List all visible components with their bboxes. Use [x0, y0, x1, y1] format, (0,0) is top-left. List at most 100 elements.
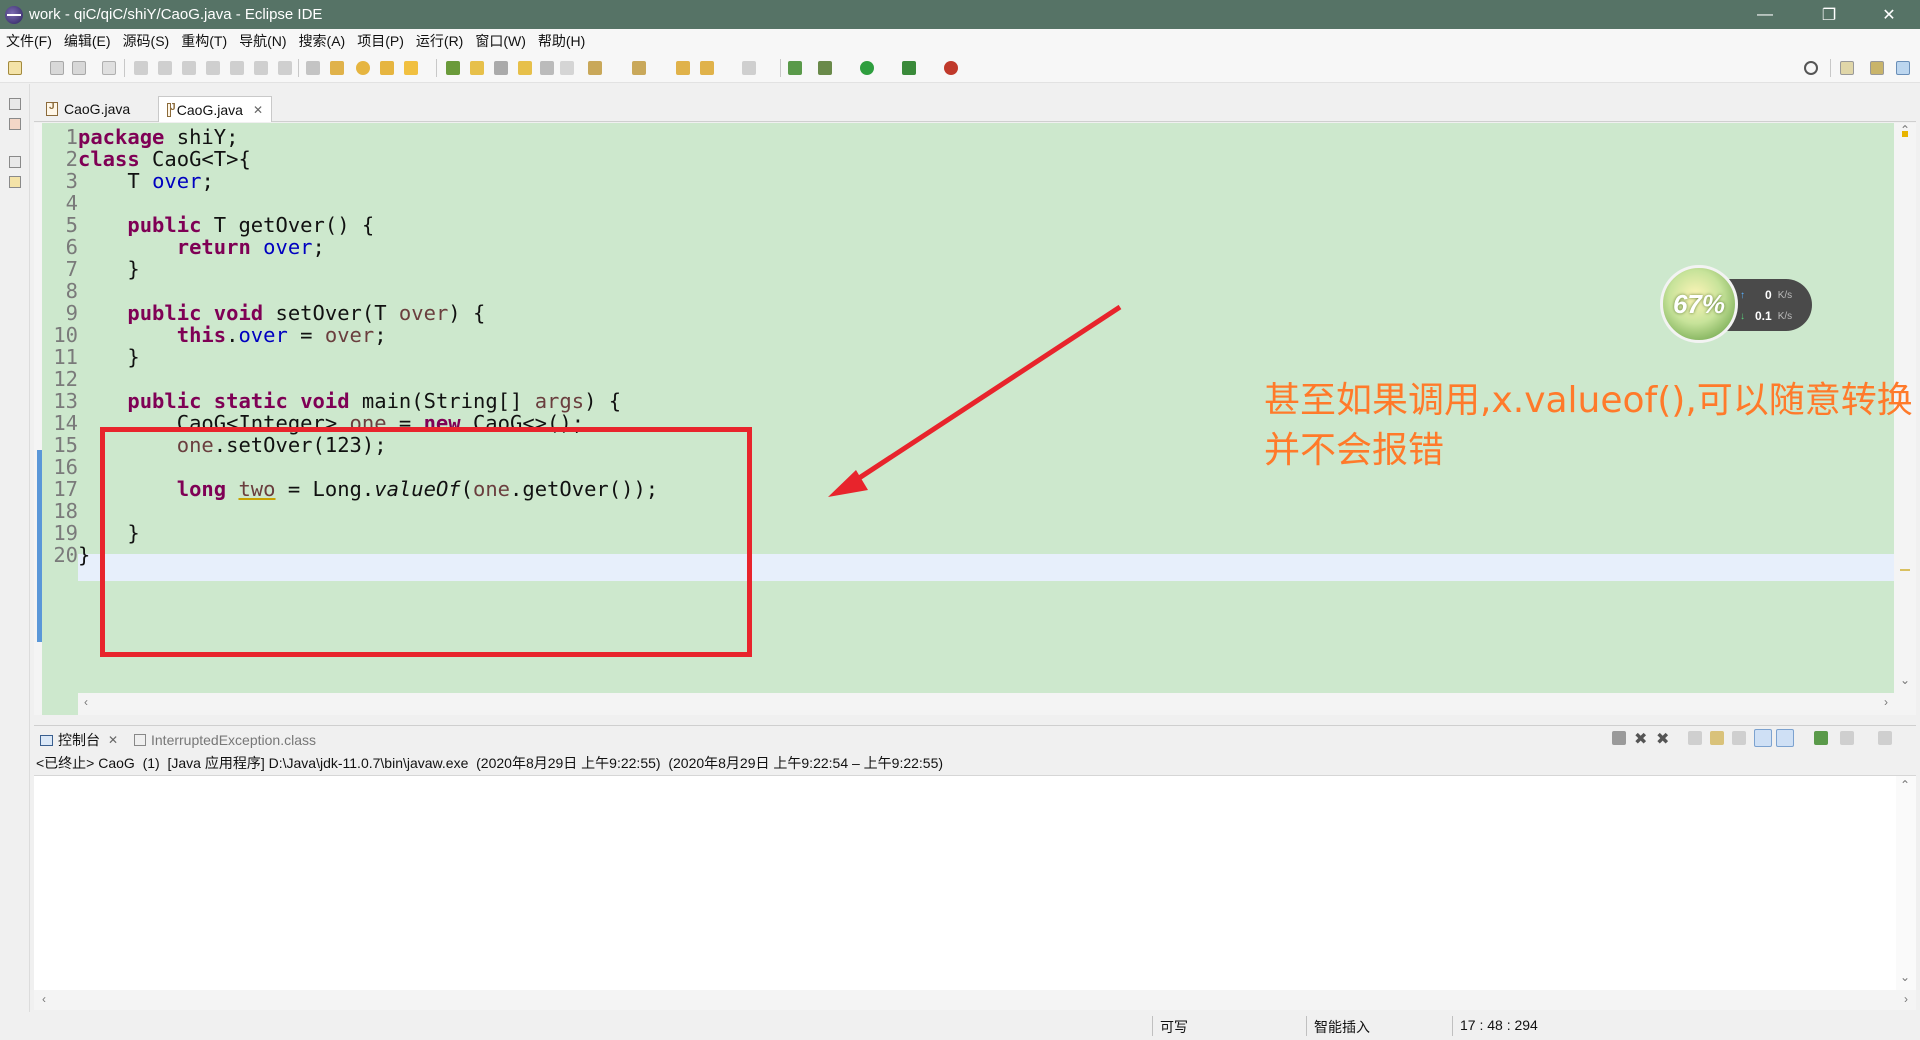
run-icon[interactable]	[860, 61, 874, 75]
next-annotation-icon[interactable]	[588, 61, 602, 75]
debug-icon[interactable]	[818, 61, 832, 75]
tab-label: CaoG.java	[176, 101, 243, 118]
code-line[interactable]: T over;	[78, 168, 213, 195]
resume-icon[interactable]	[134, 61, 148, 75]
download-arrow-icon: ↓	[1740, 310, 1745, 322]
clear-console-icon[interactable]	[1688, 731, 1702, 745]
show-whitespace-icon[interactable]	[540, 61, 554, 75]
disconnect-icon[interactable]	[206, 61, 220, 75]
save-all-icon[interactable]	[72, 61, 86, 75]
toggle-icon[interactable]	[306, 61, 320, 75]
menu-navigate[interactable]: 导航(N)	[233, 31, 292, 51]
word-wrap-icon[interactable]	[1732, 731, 1746, 745]
coverage-icon[interactable]	[902, 61, 916, 75]
highlight-icon[interactable]	[470, 61, 484, 75]
editor-tab-bar: CaoG.java CaoG.java ✕	[34, 94, 1916, 122]
scroll-down-icon[interactable]: ⌄	[1900, 970, 1910, 984]
code-line[interactable]: }	[78, 256, 139, 283]
terminate-icon[interactable]	[1612, 731, 1626, 745]
step-into-icon[interactable]	[230, 61, 244, 75]
status-separator	[1306, 1016, 1307, 1036]
download-value: 0.1	[1755, 309, 1772, 323]
console-output[interactable]: ⌃ ⌄	[34, 775, 1916, 991]
java-perspective-icon[interactable]	[1870, 61, 1884, 75]
menu-window[interactable]: 窗口(W)	[469, 31, 532, 51]
search-tool-icon[interactable]	[404, 61, 418, 75]
close-button[interactable]: ✕	[1866, 0, 1912, 29]
back-icon[interactable]	[700, 61, 714, 75]
annotation-next-icon[interactable]	[446, 61, 460, 75]
scroll-left-icon[interactable]: ‹	[42, 992, 46, 1006]
tab-caog-java-1[interactable]: CaoG.java	[38, 96, 152, 122]
block-select-icon[interactable]	[518, 61, 532, 75]
open-task-icon[interactable]	[380, 61, 394, 75]
menu-source[interactable]: 源码(S)	[117, 31, 176, 51]
warning-marker[interactable]	[1900, 569, 1910, 571]
minimize-button[interactable]: —	[1742, 0, 1788, 29]
package-explorer-icon[interactable]	[9, 118, 21, 130]
build-icon[interactable]	[330, 61, 344, 75]
restore-view-icon[interactable]	[9, 156, 21, 168]
remove-all-icon[interactable]: ✖	[1656, 729, 1669, 749]
status-separator	[1452, 1016, 1453, 1036]
menu-project[interactable]: 项目(P)	[351, 31, 410, 51]
step-return-icon[interactable]	[278, 61, 292, 75]
mark-occurrences-icon[interactable]	[494, 61, 508, 75]
debug-perspective-icon[interactable]	[1896, 61, 1910, 75]
status-bar: 可写 智能插入 17 : 48 : 294	[0, 1012, 1920, 1040]
outline-icon[interactable]	[9, 176, 21, 188]
close-tab-icon[interactable]: ✕	[108, 733, 118, 747]
scroll-up-icon[interactable]: ⌃	[1900, 778, 1910, 792]
last-edit-icon[interactable]	[676, 61, 690, 75]
menu-file[interactable]: 文件(F)	[0, 31, 58, 51]
menu-search[interactable]: 搜索(A)	[293, 31, 352, 51]
search-icon[interactable]	[1804, 61, 1818, 75]
restore-view-icon[interactable]	[9, 98, 21, 110]
change-ruler	[34, 123, 42, 715]
menu-refactor[interactable]: 重构(T)	[175, 31, 233, 51]
tab-console[interactable]: 控制台 ✕	[40, 729, 118, 751]
open-console-icon[interactable]	[1878, 731, 1892, 745]
tab-label: CaoG.java	[64, 101, 131, 117]
prev-annotation-icon[interactable]	[632, 61, 646, 75]
step-over-icon[interactable]	[254, 61, 268, 75]
scroll-down-icon[interactable]: ⌄	[1900, 673, 1910, 687]
status-cursor-position: 17 : 48 : 294	[1460, 1017, 1538, 1033]
pin-editor-icon[interactable]	[788, 61, 802, 75]
tab-caog-java-2[interactable]: CaoG.java ✕	[158, 96, 272, 122]
menu-help[interactable]: 帮助(H)	[532, 31, 591, 51]
code-line[interactable]: }	[78, 542, 90, 569]
display-console-icon[interactable]	[1840, 731, 1854, 745]
open-type-icon[interactable]	[356, 61, 370, 75]
tab-interrupted-exception[interactable]: InterruptedException.class	[134, 729, 316, 751]
remove-launch-icon[interactable]: ✖	[1634, 729, 1647, 749]
network-speed-widget[interactable]: ↑ 0 K/s ↓ 0.1 K/s 67%	[1660, 265, 1815, 345]
show-on-output-icon[interactable]	[1754, 729, 1772, 747]
open-perspective-icon[interactable]	[1840, 61, 1854, 75]
forward-icon[interactable]	[742, 61, 756, 75]
scroll-right-icon[interactable]: ›	[1884, 695, 1888, 709]
restore-button[interactable]: ❐	[1806, 0, 1852, 29]
pin-console-icon[interactable]	[1814, 731, 1828, 745]
new-file-icon[interactable]	[8, 61, 22, 75]
editor-horizontal-scrollbar[interactable]: ‹ ›	[78, 693, 1894, 715]
external-tools-icon[interactable]	[944, 61, 958, 75]
terminate-icon[interactable]	[182, 61, 196, 75]
skip-breakpoints-icon[interactable]	[102, 61, 116, 75]
toolbar-separator	[298, 59, 299, 77]
warning-indicator-icon[interactable]	[1902, 131, 1908, 137]
menu-run[interactable]: 运行(R)	[410, 31, 469, 51]
show-on-error-icon[interactable]	[1776, 729, 1794, 747]
save-icon[interactable]	[50, 61, 64, 75]
scroll-right-icon[interactable]: ›	[1904, 992, 1908, 1006]
menu-edit[interactable]: 编辑(E)	[58, 31, 117, 51]
suspend-icon[interactable]	[158, 61, 172, 75]
scroll-lock-icon[interactable]	[1710, 731, 1724, 745]
tab-class-label: InterruptedException.class	[151, 732, 316, 748]
code-line[interactable]: }	[78, 344, 139, 371]
scroll-left-icon[interactable]: ‹	[84, 695, 88, 709]
pilcrow-icon[interactable]	[560, 61, 574, 75]
console-vertical-scrollbar[interactable]: ⌃ ⌄	[1896, 776, 1916, 991]
close-tab-icon[interactable]: ✕	[253, 103, 263, 117]
console-horizontal-scrollbar[interactable]: ‹ ›	[34, 990, 1916, 1010]
